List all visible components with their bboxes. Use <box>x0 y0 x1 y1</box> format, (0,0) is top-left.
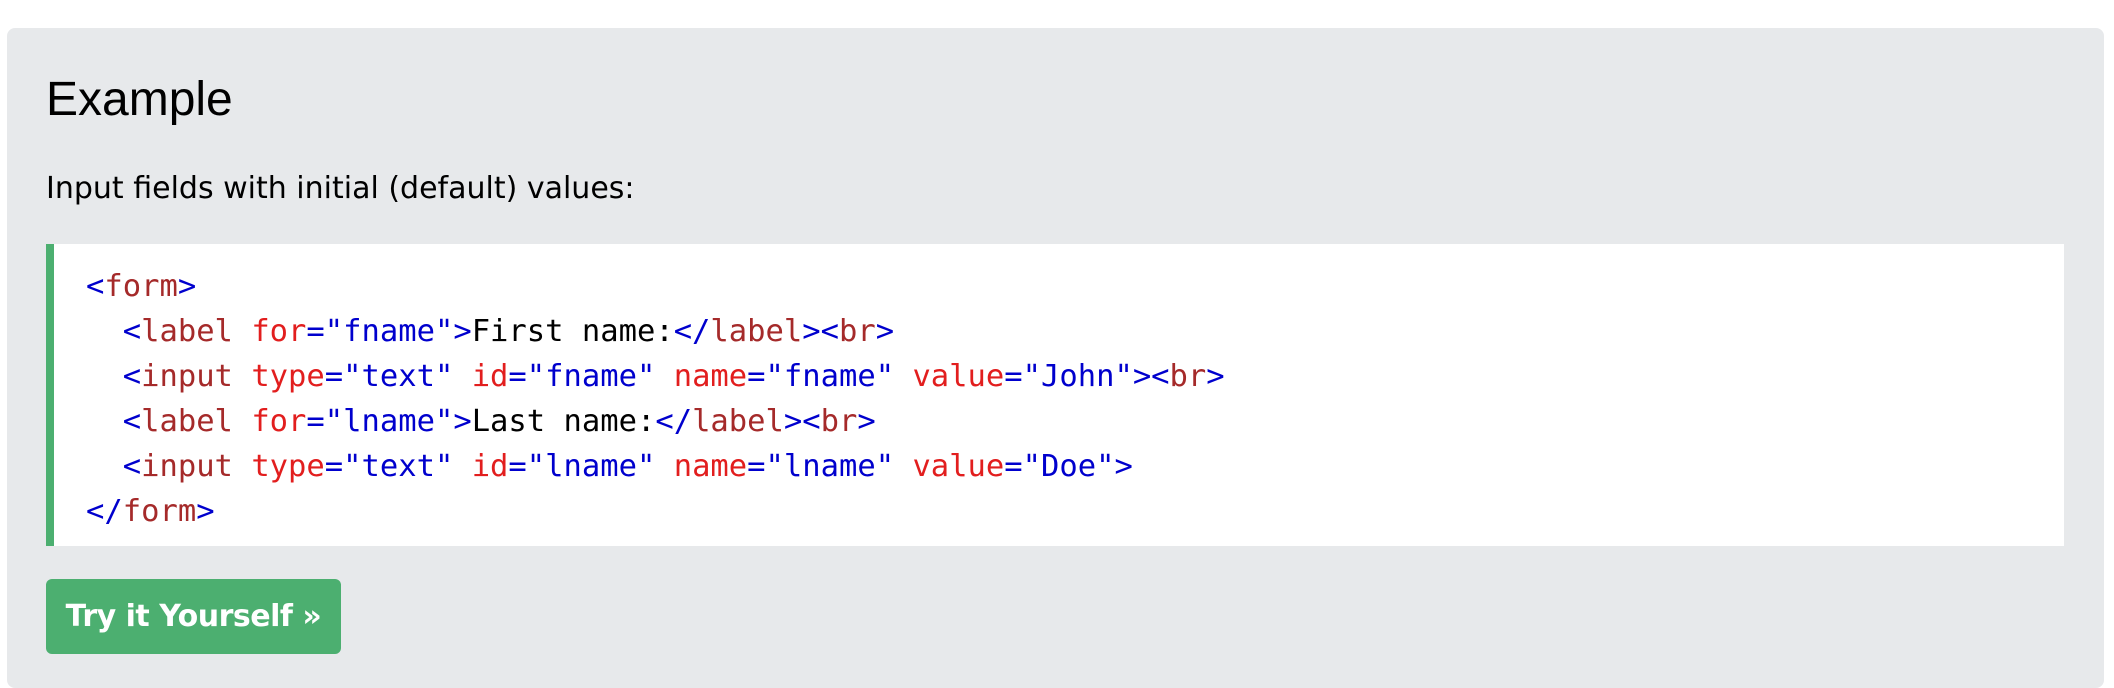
code-text: First name: <box>471 314 674 349</box>
code-bracket: >< <box>783 404 821 439</box>
code-tag-name: form <box>104 269 178 304</box>
code-line: <input type="text" id="fname" name="fnam… <box>86 354 1225 399</box>
code-attribute: type <box>251 449 325 484</box>
code-tag-name: input <box>141 359 233 394</box>
code-bracket: > <box>1114 449 1133 484</box>
code-attribute-value: ="fname" <box>508 359 656 394</box>
code-attribute: id <box>471 449 509 484</box>
code-tag-name: label <box>141 404 233 439</box>
code-attribute-value: ="fname" <box>306 314 454 349</box>
code-bracket: </ <box>673 314 711 349</box>
code-bracket: > <box>857 404 876 439</box>
code-attribute-value: ="lname" <box>508 449 656 484</box>
code-attribute-value: ="lname" <box>747 449 895 484</box>
code-attribute-value: ="John" <box>1004 359 1133 394</box>
code-bracket: > <box>453 314 472 349</box>
example-title: Example <box>46 73 233 126</box>
code-example-box: <form> <label for="fname">First name:</l… <box>46 244 2064 546</box>
code-line: <label for="fname">First name:</label><b… <box>86 309 1225 354</box>
code-attribute: type <box>251 359 325 394</box>
code-attribute: name <box>673 449 748 484</box>
code-line: <input type="text" id="lname" name="lnam… <box>86 444 1225 489</box>
code-attribute: value <box>912 359 1005 394</box>
code-attribute: name <box>673 359 748 394</box>
code-bracket: < <box>122 359 142 394</box>
code-attribute: for <box>251 314 307 349</box>
code-attribute: id <box>471 359 509 394</box>
code-bracket: > <box>453 404 472 439</box>
code-bracket: > <box>875 314 895 349</box>
code-attribute: value <box>912 449 1005 484</box>
example-intro-text: Input fields with initial (default) valu… <box>46 171 635 206</box>
code-attribute-value: ="fname" <box>747 359 895 394</box>
code-attribute-value: ="text" <box>324 359 454 394</box>
code-bracket: < <box>122 404 142 439</box>
try-it-yourself-button[interactable]: Try it Yourself » <box>46 579 341 654</box>
code-line: <form> <box>86 264 1225 309</box>
code-tag-name: br <box>820 404 858 439</box>
code-bracket: > <box>196 494 215 529</box>
code-bracket: > <box>177 269 197 304</box>
code-bracket: < <box>122 314 142 349</box>
code-bracket: < <box>122 449 142 484</box>
code-tag-name: br <box>1169 359 1207 394</box>
code-bracket: >< <box>1132 359 1170 394</box>
code-attribute-value: ="text" <box>324 449 454 484</box>
code-tag-name: label <box>141 314 233 349</box>
code-tag-name: label <box>710 314 803 349</box>
code-listing: <form> <label for="fname">First name:</l… <box>86 264 1225 534</box>
code-tag-name: label <box>692 404 784 439</box>
code-bracket: </ <box>655 404 693 439</box>
code-bracket: < <box>86 269 105 304</box>
code-bracket: > <box>1206 359 1225 394</box>
code-bracket: </ <box>86 494 123 529</box>
code-tag-name: br <box>838 314 876 349</box>
code-tag-name: input <box>141 449 233 484</box>
code-attribute-value: ="lname" <box>306 404 454 439</box>
code-text: Last name: <box>471 404 656 439</box>
code-attribute: for <box>251 404 307 439</box>
code-line: <label for="lname">Last name:</label><br… <box>86 399 1225 444</box>
code-line: </form> <box>86 489 1225 534</box>
code-tag-name: form <box>122 494 197 529</box>
code-attribute-value: ="Doe" <box>1004 449 1115 484</box>
code-bracket: >< <box>802 314 839 349</box>
